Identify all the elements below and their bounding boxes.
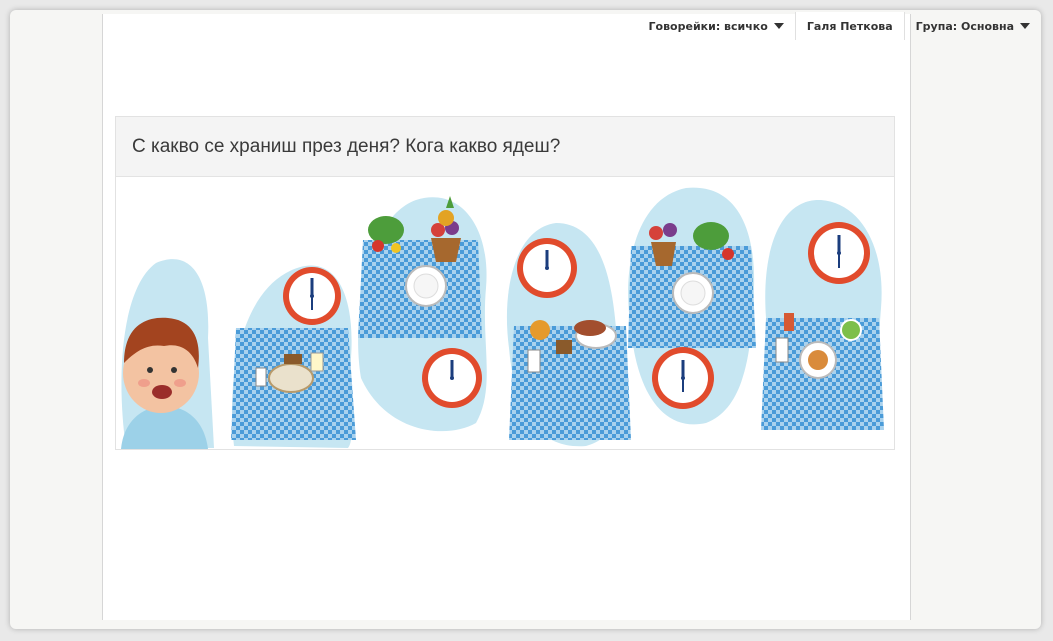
clock-icon xyxy=(422,348,482,408)
caret-down-icon xyxy=(1020,23,1030,29)
caret-down-icon xyxy=(773,23,784,29)
meal-times-illustration[interactable] xyxy=(116,178,894,449)
user-menu[interactable]: Галя Петкова xyxy=(795,12,904,40)
activity-header: С какво се храниш през деня? Кога какво … xyxy=(116,117,894,177)
group-label: Група: Основна xyxy=(915,19,1014,33)
clock-icon xyxy=(652,347,714,409)
activity-title: С какво се храниш през деня? Кога какво … xyxy=(132,135,561,157)
boy-illustration xyxy=(121,317,208,449)
clock-icon xyxy=(808,222,870,284)
dining-table-3 xyxy=(509,320,631,440)
user-name: Галя Петкова xyxy=(806,19,893,33)
sayings-filter-label: Говорейки: всичко xyxy=(648,19,768,33)
activity-panel: С какво се храниш през деня? Кога какво … xyxy=(115,116,895,450)
clock-icon xyxy=(283,267,341,325)
sayings-filter-dropdown[interactable]: Говорейки: всичко xyxy=(638,12,795,40)
group-dropdown[interactable]: Група: Основна xyxy=(905,12,1041,40)
dining-table-5 xyxy=(761,313,884,430)
dining-table-1 xyxy=(231,328,356,440)
top-navigation: Говорейки: всичко Галя Петкова Група: Ос… xyxy=(10,6,1041,46)
clock-icon xyxy=(517,238,577,298)
